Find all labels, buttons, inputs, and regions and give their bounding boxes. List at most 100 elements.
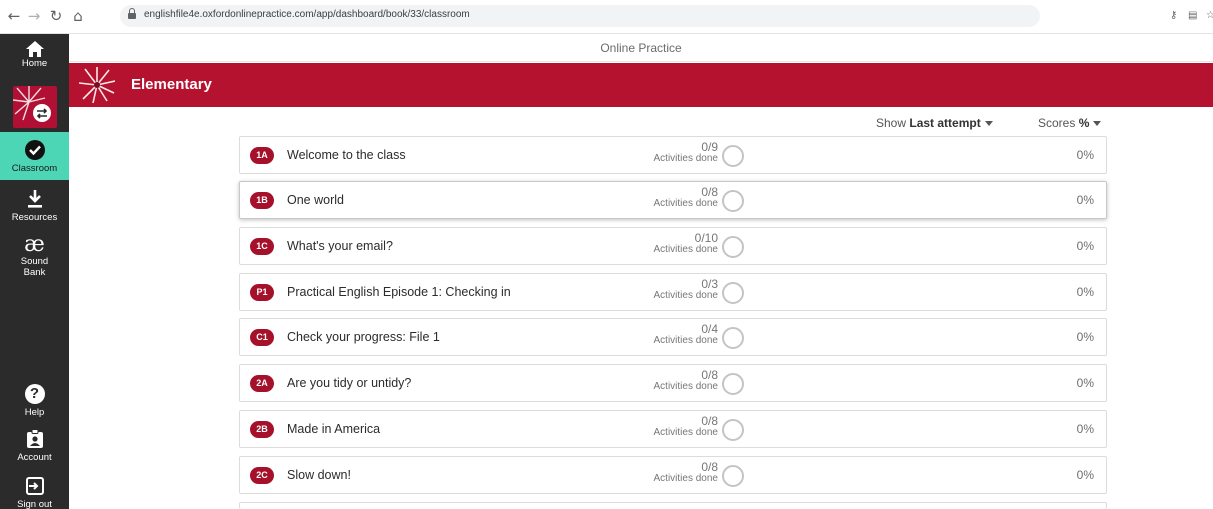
activities-label: Activities done <box>653 381 718 392</box>
unit-score: 0% <box>1076 330 1094 344</box>
course-title: Elementary <box>131 76 212 93</box>
unit-badge: 2A <box>250 375 274 392</box>
progress-ring-icon <box>722 236 744 258</box>
activities-progress: 0/3 Activities done <box>630 278 718 302</box>
show-filter[interactable]: Show Last attempt <box>876 116 993 130</box>
unit-badge: C1 <box>250 329 274 346</box>
star-icon[interactable]: ☆ <box>1206 10 1213 21</box>
sidebar-item-classroom[interactable]: Classroom <box>0 132 69 180</box>
sidebar-item-label: Classroom <box>11 163 58 174</box>
sidebar-item-label: Sound <box>20 256 49 267</box>
scores-filter-value: % <box>1078 116 1090 130</box>
unit-title: Made in America <box>287 422 381 436</box>
top-header: Online Practice <box>69 34 1213 62</box>
progress-ring-icon <box>722 419 744 441</box>
unit-title: Check your progress: File 1 <box>287 330 440 344</box>
sidebar-item-label: Help <box>24 407 45 418</box>
unit-row[interactable]: 1A Welcome to the class 0/9 Activities do… <box>239 136 1107 174</box>
unit-title: Slow down! <box>287 468 351 482</box>
progress-ring-icon <box>722 190 744 212</box>
url-text: englishfile4e.oxfordonlinepractice.com/a… <box>144 9 470 20</box>
unit-badge: 2B <box>250 421 274 438</box>
course-logo-icon <box>79 67 115 103</box>
unit-row-partial <box>239 502 1107 509</box>
scores-filter-label: Scores <box>1038 116 1076 130</box>
unit-score: 0% <box>1076 285 1094 299</box>
activities-label: Activities done <box>653 244 718 255</box>
sidebar: Home Classroom Resources æ Sound Bank ? … <box>0 34 69 509</box>
show-filter-label: Show <box>876 116 907 130</box>
activities-label: Activities done <box>653 427 718 438</box>
ae-ligature-icon: æ <box>24 232 45 257</box>
unit-score: 0% <box>1076 468 1094 482</box>
activities-progress: 0/8 Activities done <box>630 461 718 485</box>
home-browser-icon[interactable]: ⌂ <box>70 8 86 24</box>
unit-badge: 1C <box>250 238 274 255</box>
scores-filter[interactable]: Scores % <box>1038 116 1102 130</box>
unit-row[interactable]: 2A Are you tidy or untidy? 0/8 Activities… <box>239 364 1107 402</box>
unit-badge: P1 <box>250 284 274 301</box>
activities-progress: 0/8 Activities done <box>630 186 718 210</box>
unit-row[interactable]: C1 Check your progress: File 1 0/4 Activi… <box>239 318 1107 356</box>
unit-badge: 1B <box>250 192 274 209</box>
lock-icon <box>128 8 136 19</box>
address-bar[interactable]: englishfile4e.oxfordonlinepractice.com/a… <box>120 5 1040 27</box>
activities-label: Activities done <box>653 335 718 346</box>
help-icon: ? <box>24 384 45 404</box>
translate-icon[interactable]: ▤ <box>1188 10 1197 21</box>
activities-progress: 0/9 Activities done <box>630 141 718 165</box>
unit-score: 0% <box>1076 422 1094 436</box>
course-banner: Elementary <box>69 63 1213 107</box>
sign-out-icon <box>25 477 44 495</box>
forward-arrow-icon[interactable]: → <box>26 8 42 24</box>
activities-progress: 0/8 Activities done <box>630 415 718 439</box>
reload-icon[interactable]: ↻ <box>48 8 64 24</box>
sidebar-item-label: Resources <box>11 212 58 223</box>
unit-title: Practical English Episode 1: Checking in <box>287 285 511 299</box>
unit-score: 0% <box>1076 239 1094 253</box>
sidebar-item-switch[interactable] <box>13 86 57 128</box>
unit-row[interactable]: P1 Practical English Episode 1: Checking… <box>239 273 1107 311</box>
unit-badge: 1A <box>250 147 274 164</box>
activities-progress: 0/4 Activities done <box>630 323 718 347</box>
sidebar-item-soundbank[interactable]: æ Sound Bank <box>0 234 69 286</box>
unit-badge: 2C <box>250 467 274 484</box>
key-icon[interactable]: ⚷ <box>1170 10 1177 21</box>
home-icon <box>25 41 44 57</box>
sidebar-item-label: Sign out <box>17 499 52 509</box>
unit-title: One world <box>287 193 344 207</box>
unit-score: 0% <box>1076 193 1094 207</box>
sidebar-item-home[interactable]: Home <box>0 40 69 80</box>
sidebar-item-account[interactable]: Account <box>0 429 69 469</box>
chevron-down-icon <box>1093 121 1102 127</box>
progress-ring-icon <box>722 373 744 395</box>
sidebar-item-signout[interactable]: Sign out <box>0 476 69 509</box>
sidebar-item-label: Bank <box>23 267 46 278</box>
activities-label: Activities done <box>653 153 718 164</box>
sidebar-item-resources[interactable]: Resources <box>0 189 69 227</box>
activities-label: Activities done <box>653 290 718 301</box>
page-title: Online Practice <box>600 41 682 55</box>
unit-title: What's your email? <box>287 239 393 253</box>
progress-ring-icon <box>722 145 744 167</box>
account-badge-icon <box>26 429 43 448</box>
sidebar-item-help[interactable]: ? Help <box>0 384 69 424</box>
unit-row[interactable]: 1C What's your email? 0/10 Activities don… <box>239 227 1107 265</box>
unit-score: 0% <box>1076 376 1094 390</box>
back-arrow-icon[interactable]: ← <box>6 8 22 24</box>
switch-course-icon <box>13 86 51 122</box>
activities-progress: 0/8 Activities done <box>630 369 718 393</box>
chevron-down-icon <box>984 121 993 127</box>
progress-ring-icon <box>722 465 744 487</box>
unit-row[interactable]: 1B One world 0/8 Activities done 0% <box>239 181 1107 219</box>
unit-score: 0% <box>1076 148 1094 162</box>
browser-toolbar: ← → ↻ ⌂ englishfile4e.oxfordonlinepracti… <box>0 0 1213 34</box>
unit-row[interactable]: 2B Made in America 0/8 Activities done 0% <box>239 410 1107 448</box>
download-icon <box>27 190 42 208</box>
activities-progress: 0/10 Activities done <box>630 232 718 256</box>
sidebar-item-label: Home <box>21 58 48 69</box>
show-filter-value: Last attempt <box>909 116 981 130</box>
sidebar-item-label: Account <box>17 452 52 463</box>
unit-row[interactable]: 2C Slow down! 0/8 Activities done 0% <box>239 456 1107 494</box>
progress-ring-icon <box>722 282 744 304</box>
